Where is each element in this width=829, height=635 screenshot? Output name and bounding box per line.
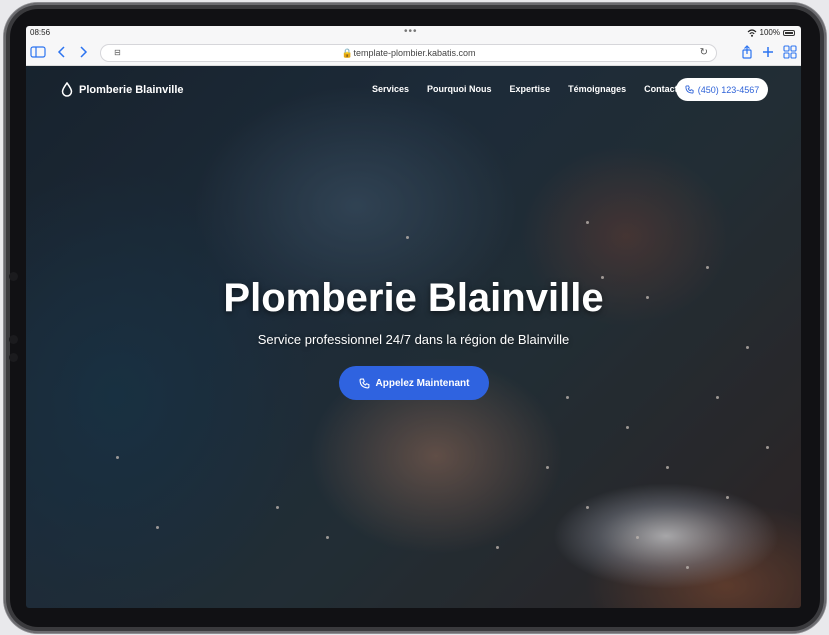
- phone-icon: [359, 378, 369, 388]
- side-sensor: [9, 272, 18, 281]
- call-now-button[interactable]: Appelez Maintenant: [339, 366, 489, 400]
- share-icon[interactable]: [739, 45, 755, 59]
- site-logo[interactable]: Plomberie Blainville: [61, 82, 184, 97]
- status-bar: 08:56 ••• 100%: [26, 26, 801, 40]
- phone-button[interactable]: (450) 123-4567: [676, 78, 768, 101]
- reload-icon[interactable]: ↻: [700, 47, 708, 58]
- side-sensor: [9, 353, 18, 362]
- tabs-overview-icon[interactable]: [782, 45, 798, 59]
- call-now-label: Appelez Maintenant: [375, 377, 470, 389]
- url-text: 🔒 template-plombier.kabatis.com: [341, 48, 476, 58]
- nav-links: Services Pourquoi Nous Expertise Témoign…: [372, 84, 696, 94]
- hero-title: Plomberie Blainville: [223, 276, 604, 320]
- hero-subtitle: Service professionnel 24/7 dans la régio…: [257, 332, 570, 347]
- forward-icon[interactable]: [75, 45, 91, 59]
- phone-icon: [685, 85, 694, 94]
- back-icon[interactable]: [54, 45, 70, 59]
- address-bar[interactable]: ⊟ 🔒 template-plombier.kabatis.com ↻: [100, 44, 717, 62]
- site-navbar: Plomberie Blainville Services Pourquoi N…: [26, 66, 801, 114]
- wifi-icon: [747, 28, 756, 37]
- nav-link-pourquoi-nous[interactable]: Pourquoi Nous: [427, 84, 492, 94]
- status-right: 100%: [747, 28, 795, 37]
- side-sensor: [9, 335, 18, 344]
- browser-toolbar: ⊟ 🔒 template-plombier.kabatis.com ↻: [26, 40, 801, 66]
- hero-section: Plomberie Blainville Services Pourquoi N…: [26, 66, 801, 608]
- battery-icon: [783, 29, 795, 36]
- status-time: 08:56: [30, 28, 51, 37]
- url-value: template-plombier.kabatis.com: [353, 48, 476, 58]
- phone-number: (450) 123-4567: [697, 84, 760, 95]
- nav-link-expertise[interactable]: Expertise: [510, 84, 551, 94]
- nav-link-temoignages[interactable]: Témoignages: [568, 84, 626, 94]
- battery-percent: 100%: [759, 28, 780, 37]
- nav-link-contact[interactable]: Contact: [644, 84, 678, 94]
- screen: 08:56 ••• 100% ⊟ 🔒 template-plombier.kab…: [26, 26, 801, 608]
- multitask-dots-icon[interactable]: •••: [404, 26, 418, 37]
- sidebar-icon[interactable]: [30, 45, 46, 59]
- new-tab-icon[interactable]: [760, 45, 776, 59]
- water-drop-icon: [61, 82, 73, 97]
- nav-link-services[interactable]: Services: [372, 84, 409, 94]
- brand-name: Plomberie Blainville: [79, 83, 184, 96]
